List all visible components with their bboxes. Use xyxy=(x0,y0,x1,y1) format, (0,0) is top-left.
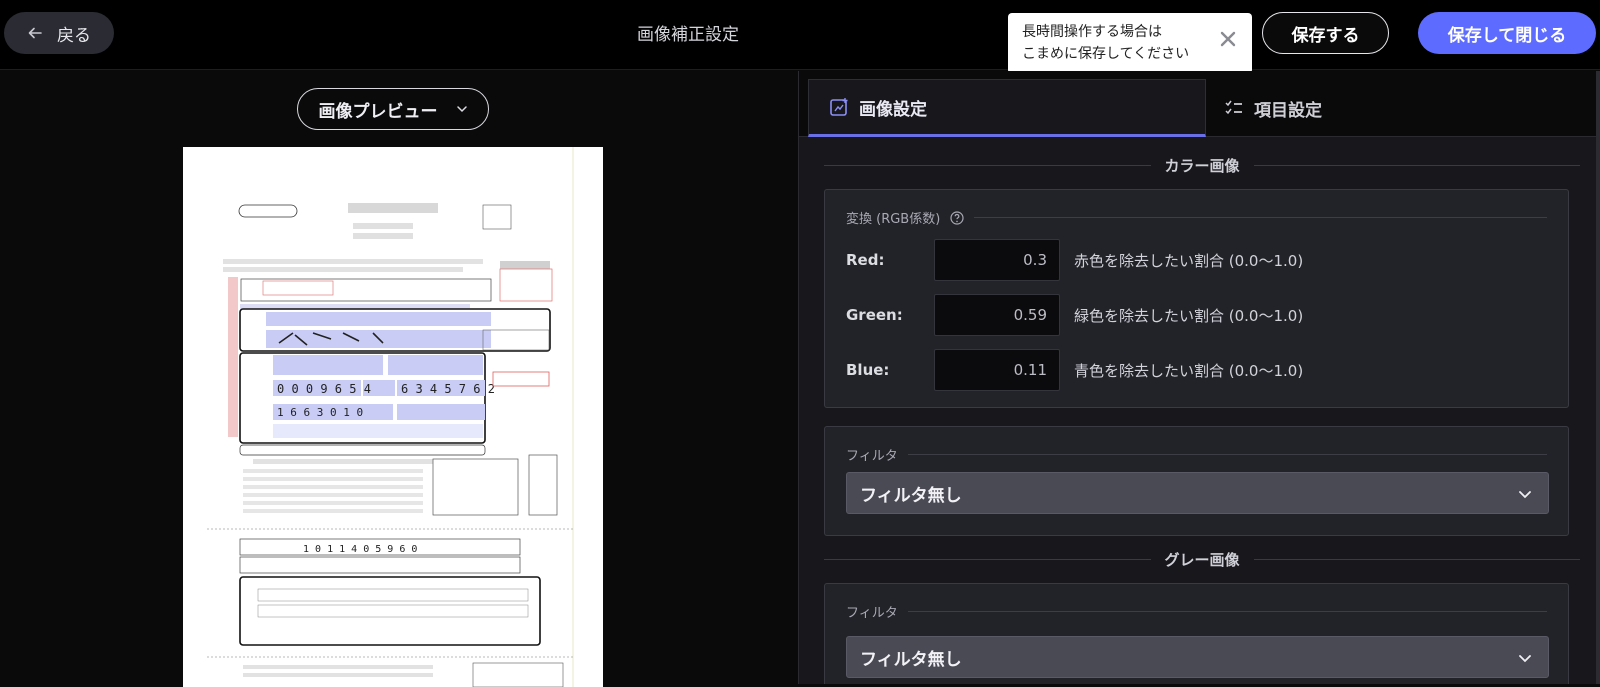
rgb-desc-blue: 青色を除去したい割合 (0.0〜1.0) xyxy=(1074,361,1304,380)
tab-field-settings-label: 項目設定 xyxy=(1254,100,1322,121)
color-filter-card: フィルタ フィルタ無し xyxy=(824,426,1569,536)
chevron-down-icon xyxy=(456,106,467,113)
back-button[interactable]: 戻る xyxy=(4,12,114,54)
color-image-heading: カラー画像 xyxy=(824,155,1581,175)
gray-filter-selected: フィルタ無し xyxy=(860,649,962,670)
svg-text:0 0 0 9 6 5 4: 0 0 0 9 6 5 4 xyxy=(277,382,371,396)
svg-text:1 6 6 3 0 1 0: 1 6 6 3 0 1 0 xyxy=(277,406,363,419)
rgb-row-blue: Blue: 0.11 青色を除去したい割合 (0.0〜1.0) xyxy=(846,349,1303,391)
gray-filter-select[interactable]: フィルタ無し xyxy=(846,636,1549,678)
color-filter-select[interactable]: フィルタ無し xyxy=(846,472,1549,514)
save-reminder-toast: 長時間操作する場合は こまめに保存してください xyxy=(1008,13,1252,74)
close-icon[interactable] xyxy=(1218,29,1238,49)
arrow-left-icon xyxy=(28,27,42,39)
green-coefficient-input[interactable]: 0.59 xyxy=(934,294,1060,336)
tab-image-settings-label: 画像設定 xyxy=(859,99,927,120)
preview-mode-select[interactable]: 画像プレビュー xyxy=(297,88,489,130)
page-title: 画像補正設定 xyxy=(637,25,739,45)
rgb-conversion-label-text: 変換 (RGB係数) xyxy=(846,212,941,227)
document-preview[interactable]: 0 0 0 9 6 5 4 6 3 4 5 7 6 2 1 6 6 3 0 1 … xyxy=(183,147,603,687)
image-settings-icon xyxy=(830,98,848,116)
back-button-label: 戻る xyxy=(57,25,91,46)
top-bar: 戻る 画像補正設定 長時間操作する場合は こまめに保存してください 保存する 保… xyxy=(0,0,1600,74)
rgb-row-red: Red: 0.3 赤色を除去したい割合 (0.0〜1.0) xyxy=(846,239,1303,281)
settings-pane: 画像設定 項目設定 カラー画像 変換 (RGB係数) Red: 0.3 赤色を除… xyxy=(799,71,1600,684)
svg-text:6 3 4 5 7 6 2: 6 3 4 5 7 6 2 xyxy=(401,382,495,396)
save-button[interactable]: 保存する xyxy=(1262,12,1389,54)
chevron-down-icon xyxy=(1519,655,1531,663)
svg-text:1 0 1 1 4 0 5 9 6 0: 1 0 1 1 4 0 5 9 6 0 xyxy=(303,544,417,555)
toast-text-line2: こまめに保存してください xyxy=(1022,46,1190,62)
color-filter-label-text: フィルタ xyxy=(846,449,898,464)
blue-coefficient-input[interactable]: 0.11 xyxy=(934,349,1060,391)
chevron-down-icon xyxy=(1519,491,1531,499)
rgb-name-blue: Blue: xyxy=(846,361,890,379)
checklist-icon xyxy=(1225,100,1242,115)
tab-image-settings[interactable]: 画像設定 xyxy=(808,79,1206,137)
settings-scrollbar[interactable] xyxy=(1596,71,1600,684)
preview-pane: 画像プレビュー 0 0 0 9 6 5 4 6 3 4 5 7 6 2 1 6 … xyxy=(0,71,798,687)
gray-image-heading: グレー画像 xyxy=(824,549,1581,569)
color-image-heading-text: カラー画像 xyxy=(1164,156,1240,175)
color-filter-label: フィルタ xyxy=(846,445,1547,464)
rgb-conversion-label: 変換 (RGB係数) xyxy=(846,208,1547,227)
tab-field-settings[interactable]: 項目設定 xyxy=(1224,79,1424,137)
gray-filter-card: フィルタ フィルタ無し xyxy=(824,583,1569,684)
rgb-desc-red: 赤色を除去したい割合 (0.0〜1.0) xyxy=(1074,251,1304,270)
rgb-desc-green: 緑色を除去したい割合 (0.0〜1.0) xyxy=(1074,306,1304,325)
red-coefficient-input[interactable]: 0.3 xyxy=(934,239,1060,281)
gray-filter-label: フィルタ xyxy=(846,602,1547,621)
preview-mode-label: 画像プレビュー xyxy=(318,101,438,122)
rgb-conversion-card: 変換 (RGB係数) Red: 0.3 赤色を除去したい割合 (0.0〜1.0)… xyxy=(824,189,1569,408)
gray-image-heading-text: グレー画像 xyxy=(1164,550,1240,569)
help-icon[interactable] xyxy=(950,210,964,225)
document-image: 0 0 0 9 6 5 4 6 3 4 5 7 6 2 1 6 6 3 0 1 … xyxy=(183,147,603,687)
color-filter-selected: フィルタ無し xyxy=(860,485,962,506)
settings-tabs: 画像設定 項目設定 xyxy=(799,71,1600,137)
toast-text-line1: 長時間操作する場合は xyxy=(1022,24,1162,40)
rgb-name-green: Green: xyxy=(846,306,903,324)
save-and-close-button[interactable]: 保存して閉じる xyxy=(1418,12,1596,54)
rgb-name-red: Red: xyxy=(846,251,885,269)
gray-filter-label-text: フィルタ xyxy=(846,606,898,621)
rgb-row-green: Green: 0.59 緑色を除去したい割合 (0.0〜1.0) xyxy=(846,294,1303,336)
